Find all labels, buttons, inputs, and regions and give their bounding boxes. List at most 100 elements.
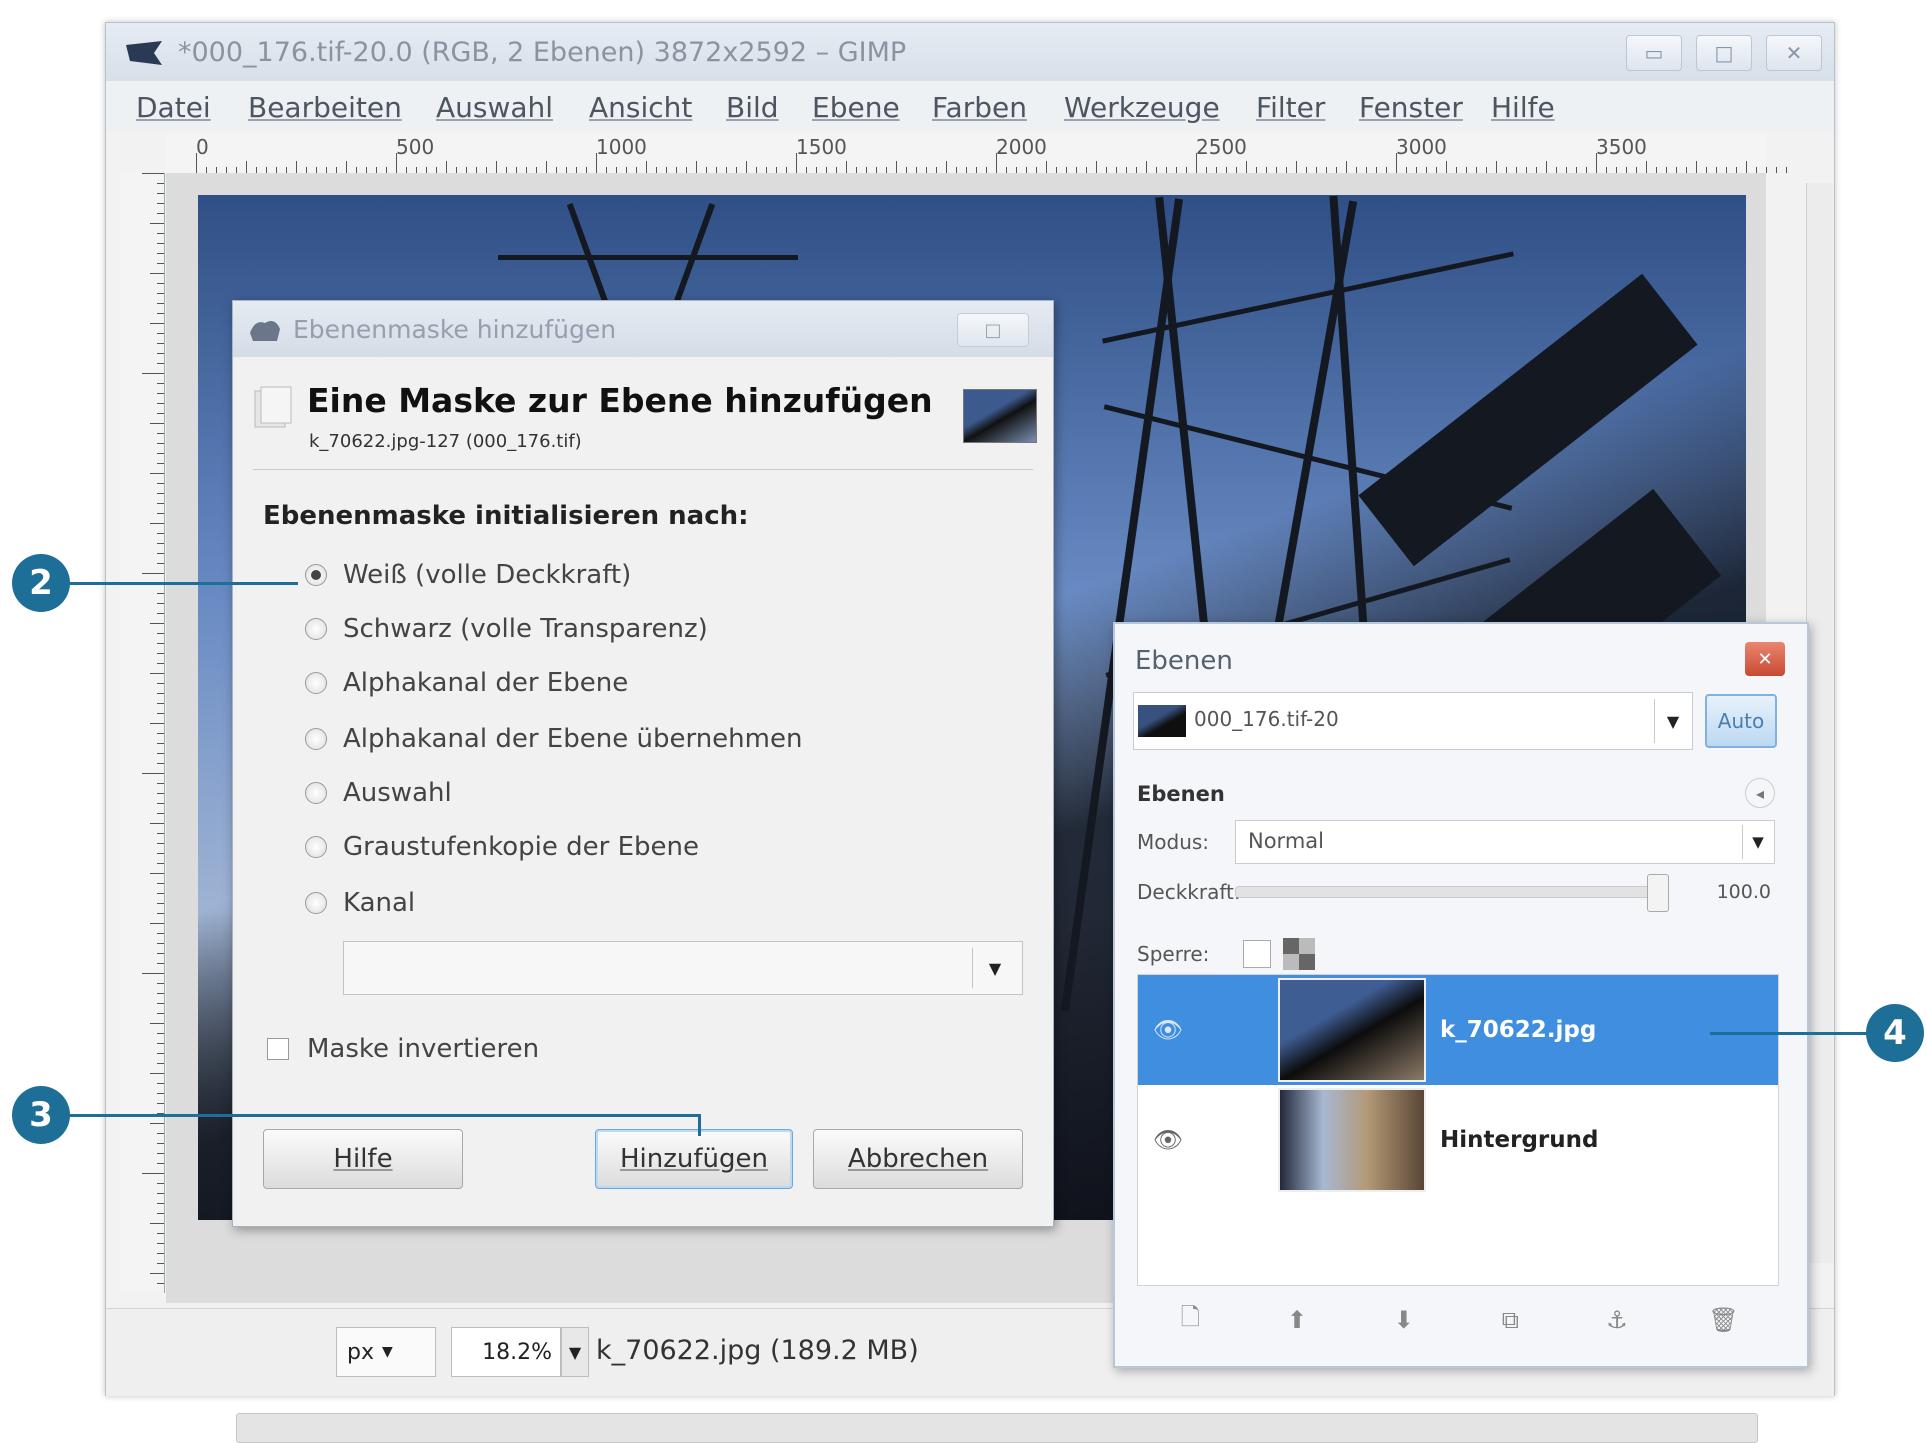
maximize-button[interactable]: □ (1696, 35, 1752, 71)
ruler-tick (157, 1143, 164, 1144)
anchor-layer-icon[interactable]: ⚓ (1599, 1302, 1635, 1338)
layer-thumbnail (1278, 1088, 1426, 1192)
menu-hilfe[interactable]: Hilfe (1491, 91, 1555, 124)
window-title: *000_176.tif-20.0 (RGB, 2 Ebenen) 3872x2… (178, 37, 907, 68)
radio-button[interactable] (305, 728, 327, 750)
new-layer-icon[interactable]: 🗋 (1172, 1302, 1208, 1338)
ruler-tick (157, 843, 164, 844)
option-white[interactable]: Weiß (volle Deckkraft) (305, 555, 631, 595)
cancel-button[interactable]: Abbrechen (813, 1129, 1023, 1189)
eye-icon[interactable]: 👁 (1138, 1126, 1198, 1154)
channel-select[interactable]: ▼ (343, 941, 1023, 995)
ruler-tick (896, 161, 897, 173)
layer-row[interactable]: 👁 k_70622.jpg (1138, 975, 1778, 1085)
layer-thumbnail (963, 389, 1037, 443)
menu-filter[interactable]: Filter (1256, 91, 1325, 124)
invert-mask-option[interactable]: Maske invertieren (267, 1029, 539, 1069)
option-black[interactable]: Schwarz (volle Transparenz) (305, 609, 708, 649)
option-label: Graustufenkopie der Ebene (343, 832, 699, 862)
radio-button[interactable] (305, 618, 327, 640)
checkerboard-icon[interactable] (1283, 938, 1315, 970)
chevron-down-icon[interactable]: ▼ (1742, 825, 1773, 859)
option-alpha[interactable]: Alphakanal der Ebene (305, 663, 628, 703)
opacity-value[interactable]: 100.0 (1675, 874, 1771, 910)
dock-close-button[interactable]: ✕ (1745, 642, 1785, 676)
opacity-slider[interactable] (1235, 886, 1657, 898)
zoom-dropdown-icon[interactable]: ▼ (561, 1327, 589, 1377)
vertical-scrollbar[interactable] (1806, 183, 1833, 1263)
callout-2: 2 (12, 554, 70, 612)
radio-button[interactable] (305, 836, 327, 858)
chevron-down-icon[interactable]: ▼ (972, 948, 1017, 988)
ruler-tick (1696, 161, 1697, 173)
add-button[interactable]: Hinzufügen (595, 1129, 793, 1189)
option-selection[interactable]: Auswahl (305, 773, 452, 813)
ruler-tick (1246, 161, 1247, 173)
lower-layer-icon[interactable]: ⬇ (1386, 1302, 1422, 1338)
ruler-tick (157, 1153, 164, 1154)
menu-auswahl[interactable]: Auswahl (436, 91, 553, 124)
ruler-tick (157, 533, 164, 534)
radio-button[interactable] (305, 782, 327, 804)
ruler-tick (150, 273, 164, 274)
radio-button[interactable] (305, 892, 327, 914)
unit-select[interactable]: px ▼ (336, 1327, 436, 1377)
ruler-tick (157, 483, 164, 484)
ruler-tick (157, 603, 164, 604)
option-label: Auswahl (343, 778, 452, 808)
ruler-tick (157, 383, 164, 384)
ruler-tick (150, 423, 164, 424)
zoom-field[interactable]: 18.2% (451, 1327, 561, 1377)
ruler-tick (157, 883, 164, 884)
help-button[interactable]: Hilfe (263, 1129, 463, 1189)
ruler-tick (142, 573, 164, 574)
image-select[interactable]: 000_176.tif-20 ▼ (1133, 692, 1693, 750)
raise-layer-icon[interactable]: ⬆ (1279, 1302, 1315, 1338)
ruler-tick (1776, 167, 1777, 173)
menu-farben[interactable]: Farben (932, 91, 1027, 124)
init-mask-label: Ebenenmaske initialisieren nach: (263, 501, 749, 531)
radio-button[interactable] (305, 564, 327, 586)
menu-ansicht[interactable]: Ansicht (589, 91, 692, 124)
ruler-tick (157, 813, 164, 814)
ruler-tick (996, 153, 997, 173)
dialog-close-button[interactable]: □ (957, 313, 1029, 347)
layer-actions-bar: 🗋 ⬆ ⬇ ⧉ ⚓ 🗑 (1137, 1296, 1777, 1344)
menu-datei[interactable]: Datei (136, 91, 211, 124)
tab-menu-icon[interactable]: ◂ (1745, 778, 1775, 808)
callout-3: 3 (12, 1086, 70, 1144)
menu-werkzeuge[interactable]: Werkzeuge (1064, 91, 1220, 124)
minimize-button[interactable]: ▭ (1626, 35, 1682, 71)
option-grayscale[interactable]: Graustufenkopie der Ebene (305, 827, 699, 867)
invert-mask-checkbox[interactable] (267, 1038, 289, 1060)
ruler-tick (157, 493, 164, 494)
menu-bild[interactable]: Bild (726, 91, 779, 124)
menu-ebene[interactable]: Ebene (812, 91, 900, 124)
auto-button[interactable]: Auto (1705, 694, 1777, 748)
option-alpha-transfer[interactable]: Alphakanal der Ebene übernehmen (305, 719, 802, 759)
delete-layer-icon[interactable]: 🗑 (1706, 1302, 1742, 1338)
close-window-button[interactable]: ✕ (1766, 35, 1822, 71)
radio-button[interactable] (305, 672, 327, 694)
layer-name[interactable]: Hintergrund (1440, 1127, 1598, 1153)
ruler-tick (396, 153, 397, 173)
eye-icon[interactable]: 👁 (1138, 1016, 1198, 1044)
callout-4: 4 (1866, 1004, 1924, 1062)
layer-name[interactable]: k_70622.jpg (1440, 1017, 1596, 1043)
ruler-tick (157, 663, 164, 664)
chevron-down-icon[interactable]: ▼ (1654, 699, 1691, 743)
lock-pixels-checkbox[interactable] (1243, 940, 1271, 968)
ruler-tick (157, 803, 164, 804)
option-channel[interactable]: Kanal (305, 883, 415, 923)
ruler-tick (150, 1073, 164, 1074)
ruler-label: 1000 (596, 135, 647, 159)
ruler-tick (150, 1223, 164, 1224)
layer-mask-icon (254, 386, 292, 428)
opacity-slider-handle[interactable] (1647, 874, 1669, 912)
duplicate-layer-icon[interactable]: ⧉ (1492, 1302, 1528, 1338)
layer-row[interactable]: 👁 Hintergrund (1138, 1085, 1778, 1195)
horizontal-scrollbar[interactable] (236, 1413, 1758, 1443)
menu-bearbeiten[interactable]: Bearbeiten (248, 91, 402, 124)
mode-select[interactable]: Normal ▼ (1235, 820, 1775, 864)
menu-fenster[interactable]: Fenster (1359, 91, 1463, 124)
